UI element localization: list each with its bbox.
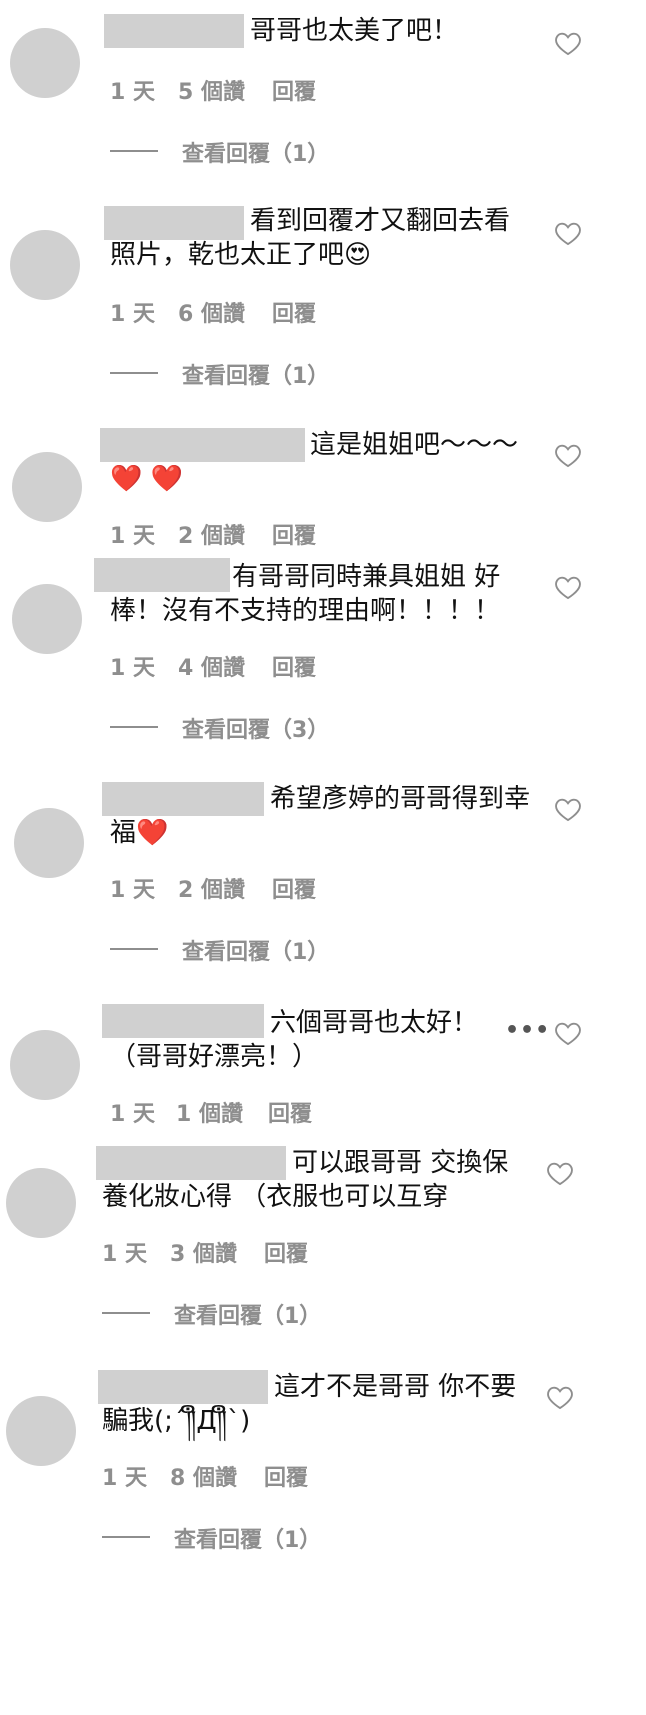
redacted-username[interactable] <box>104 14 244 48</box>
redacted-username[interactable] <box>100 428 305 462</box>
comment-time: 1 天 <box>110 1102 155 1127</box>
divider <box>102 1536 150 1538</box>
avatar[interactable] <box>10 1030 80 1100</box>
comment-text: 看到回覆才又翻回去看 <box>250 206 511 236</box>
avatar[interactable] <box>6 1396 76 1466</box>
reply-button[interactable]: 回覆 <box>272 650 316 682</box>
view-replies-label: 查看回覆（1） <box>182 364 330 389</box>
comment-text-cont: 照片，乾也太正了吧😍 <box>110 240 372 270</box>
like-count[interactable]: 8 個讚 <box>170 1460 237 1492</box>
heart-outline-icon[interactable] <box>554 574 582 600</box>
heart-outline-icon[interactable] <box>554 796 582 822</box>
like-count[interactable]: 1 個讚 <box>176 1096 243 1128</box>
redacted-username[interactable] <box>102 782 264 816</box>
comment-time: 1 天 <box>110 878 155 903</box>
reply-button[interactable]: 回覆 <box>272 518 316 550</box>
comment-text-cont: （哥哥好漂亮！） <box>110 1042 319 1072</box>
avatar[interactable] <box>14 808 84 878</box>
avatar[interactable] <box>10 230 80 300</box>
more-icon[interactable]: ••• <box>505 1018 550 1043</box>
comment-text-cont: 棒！沒有不支持的理由啊！！！！ <box>110 596 501 626</box>
comment-text-cont: 福❤️ <box>110 818 169 848</box>
like-count[interactable]: 4 個讚 <box>178 650 245 682</box>
view-replies-label: 查看回覆（1） <box>182 940 330 965</box>
divider <box>110 948 158 950</box>
avatar[interactable] <box>12 452 82 522</box>
heart-outline-icon[interactable] <box>554 442 582 468</box>
like-count[interactable]: 3 個讚 <box>170 1236 237 1268</box>
comment-text: 可以跟哥哥 交換保 <box>292 1148 509 1178</box>
reply-button[interactable]: 回覆 <box>268 1096 312 1128</box>
comment-text: 有哥哥同時兼具姐姐 好 <box>232 562 501 592</box>
comment-text: 這是姐姐吧～～～ <box>310 430 519 460</box>
like-count[interactable]: 5 個讚 <box>178 74 245 106</box>
reply-button[interactable]: 回覆 <box>272 872 316 904</box>
view-replies-label: 查看回覆（3） <box>182 718 330 743</box>
view-replies-label: 查看回覆（1） <box>174 1304 322 1329</box>
comment-text: 六個哥哥也太好！ <box>270 1008 479 1038</box>
reply-button[interactable]: 回覆 <box>272 296 316 328</box>
comment-text-cont: 養化妝心得 （衣服也可以互穿 <box>102 1182 449 1212</box>
redacted-username[interactable] <box>96 1146 286 1180</box>
comment-time: 1 天 <box>110 302 155 327</box>
reply-button[interactable]: 回覆 <box>264 1236 308 1268</box>
comment-time: 1 天 <box>110 80 155 105</box>
divider <box>110 726 158 728</box>
like-count[interactable]: 6 個讚 <box>178 296 245 328</box>
comment-text: 這才不是哥哥 你不要 <box>274 1372 517 1402</box>
heart-outline-icon[interactable] <box>554 220 582 246</box>
avatar[interactable] <box>6 1168 76 1238</box>
view-replies-label: 查看回覆（1） <box>182 142 330 167</box>
comment-text-cont: 騙我(;´༎ຶД༎ຶ`) <box>102 1406 251 1436</box>
heart-outline-icon[interactable] <box>546 1160 574 1186</box>
redacted-username[interactable] <box>98 1370 268 1404</box>
heart-outline-icon[interactable] <box>554 30 582 56</box>
comment-text: 希望彥婷的哥哥得到幸 <box>270 784 531 814</box>
redacted-username[interactable] <box>94 558 230 592</box>
redacted-username[interactable] <box>104 206 244 240</box>
heart-outline-icon[interactable] <box>546 1384 574 1410</box>
divider <box>110 372 158 374</box>
divider <box>110 150 158 152</box>
comment-time: 1 天 <box>110 656 155 681</box>
like-count[interactable]: 2 個讚 <box>178 518 245 550</box>
redacted-username[interactable] <box>102 1004 264 1038</box>
comment-text: 哥哥也太美了吧！ <box>250 16 459 46</box>
avatar[interactable] <box>10 28 80 98</box>
comment-text-cont: ❤️ ❤️ <box>110 464 184 494</box>
avatar[interactable] <box>12 584 82 654</box>
reply-button[interactable]: 回覆 <box>272 74 316 106</box>
divider <box>102 1312 150 1314</box>
reply-button[interactable]: 回覆 <box>264 1460 308 1492</box>
like-count[interactable]: 2 個讚 <box>178 872 245 904</box>
view-replies-label: 查看回覆（1） <box>174 1528 322 1553</box>
comment-time: 1 天 <box>102 1466 147 1491</box>
comment-time: 1 天 <box>110 524 155 549</box>
comment-time: 1 天 <box>102 1242 147 1267</box>
heart-outline-icon[interactable] <box>554 1020 582 1046</box>
